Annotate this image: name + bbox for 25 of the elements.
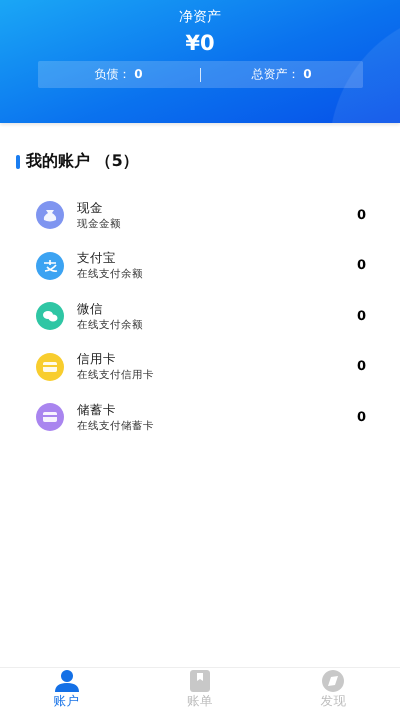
account-description: 在线支付储蓄卡 bbox=[77, 418, 155, 433]
account-description: 在线支付信用卡 bbox=[77, 368, 155, 382]
account-balance: 0 bbox=[356, 410, 366, 425]
account-description: 在线支付余额 bbox=[77, 267, 144, 282]
compass-icon bbox=[321, 670, 346, 692]
account-balance: 0 bbox=[356, 308, 366, 324]
stat-text: 负债： 0 bbox=[94, 66, 143, 83]
account-description: 在线支付余额 bbox=[77, 318, 144, 332]
account-name[interactable]: 现金 bbox=[77, 200, 357, 217]
bookmark-book-icon bbox=[188, 670, 211, 692]
nav-tab[interactable]: 账户 bbox=[0, 668, 134, 711]
accent-bar bbox=[16, 154, 20, 168]
account-name[interactable]: 信用卡 bbox=[77, 351, 357, 368]
section-title: 我的账户 （5） bbox=[26, 151, 139, 172]
account-balance: 0 bbox=[356, 208, 366, 223]
net-assets-amount: ¥0 bbox=[185, 31, 215, 55]
account-description: 现金金额 bbox=[77, 216, 122, 231]
account-balance: 0 bbox=[356, 258, 366, 274]
stat-text: 总资产： 0 bbox=[251, 66, 312, 83]
account-name[interactable]: 微信 bbox=[77, 300, 357, 318]
account-balance: 0 bbox=[356, 359, 366, 374]
account-name[interactable]: 储蓄卡 bbox=[77, 402, 357, 419]
net-assets-title: 净资产 bbox=[179, 8, 221, 26]
person-icon bbox=[52, 670, 81, 692]
account-name[interactable]: 支付宝 bbox=[77, 250, 357, 268]
